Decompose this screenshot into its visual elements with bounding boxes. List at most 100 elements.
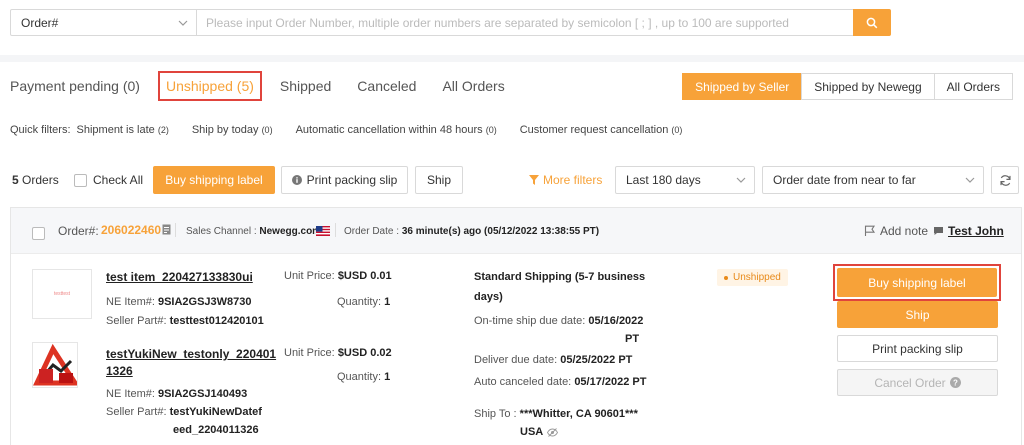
auto-cancel-date: Auto canceled date: 05/17/2022 PT [474,376,646,388]
status-dot [724,275,728,280]
flag-icon [864,225,876,236]
order-number-link[interactable]: 206022460 [101,223,161,237]
buy-shipping-label-bulk-button[interactable]: Buy shipping label [153,166,275,194]
print-packing-slip-bulk-button[interactable]: Print packing slip [281,166,408,194]
quick-filter-customer-cancel-label: Customer request cancellation [519,124,669,136]
unit-price-label: Unit Price: [284,270,335,282]
product-thumbnail[interactable]: testtest [32,269,92,319]
search-type-value: Order# [21,15,59,30]
quick-filter-customer-cancel-count: (0) [671,125,683,135]
chevron-down-icon [178,20,188,26]
search-button[interactable] [853,9,891,36]
header-divider [335,223,336,237]
filter-all-orders[interactable]: All Orders [933,73,1013,100]
product-title-link[interactable]: testYukiNew_testonly_220401 [106,347,276,361]
search-type-select[interactable]: Order# [10,9,197,36]
ship-bulk-button[interactable]: Ship [415,166,463,194]
tab-shipped[interactable]: Shipped [280,78,331,94]
seller-part-label: Seller Part#: [106,406,167,418]
sales-channel-value: Newegg.com [259,226,322,237]
sales-channel-label: Sales Channel : [186,226,257,237]
more-filters-button[interactable]: More filters [529,166,602,194]
quick-filter-ship-today[interactable]: Ship by today (0) [192,124,273,136]
product-thumbnail[interactable] [32,342,78,388]
customer-link[interactable]: Test John [933,224,1004,238]
ship-to-country: USA [520,426,559,438]
search-icon [866,17,878,28]
ship-to-label: Ship To : [474,408,517,420]
quick-filter-customer-cancel[interactable]: Customer request cancellation (0) [520,124,683,136]
buy-shipping-label-button[interactable]: Buy shipping label [837,268,997,297]
unit-price: Unit Price: $USD 0.02 [284,347,392,359]
ne-item-label: NE Item#: [106,388,155,400]
seller-part-value: testYukiNewDatef [169,406,262,418]
quick-filter-auto-cancel-label: Automatic cancellation within 48 hours [295,124,483,136]
document-icon[interactable] [162,224,171,235]
unit-price-label: Unit Price: [284,347,335,359]
product-title-line2: 1326 [106,364,133,378]
quick-filter-auto-cancel[interactable]: Automatic cancellation within 48 hours (… [296,124,497,136]
search-input[interactable]: Please input Order Number, multiple orde… [196,9,854,36]
orders-count-label: Orders [22,173,59,187]
header-divider [175,223,176,237]
product-thumbnail-text: testtest [53,291,71,297]
refresh-button[interactable] [991,166,1019,194]
chevron-down-icon [965,177,975,183]
ship-button[interactable]: Ship [837,301,998,328]
auto-cancel-value: 05/17/2022 PT [574,376,647,388]
product-title-link-cont[interactable]: 1326 [106,364,133,378]
date-range-select[interactable]: Last 180 days [615,166,755,194]
order-number-label: Order#: [58,224,99,238]
tab-payment-pending[interactable]: Payment pending (0) [10,78,140,94]
sales-channel: Sales Channel : Newegg.com [186,226,321,237]
tab-all-orders[interactable]: All Orders [442,78,504,94]
tab-canceled[interactable]: Canceled [357,78,416,94]
ne-item-value: 9SIA2GSJ3W8730 [157,296,252,308]
customer-name: Test John [948,224,1004,238]
unit-price-value: $USD 0.02 [337,347,392,359]
ontime-ship-date: On-time ship due date: 05/16/2022 [474,315,643,327]
seller-part-number: Seller Part#: testtest012420101 [106,315,264,327]
check-all-label: Check All [93,173,144,187]
order-date-value: 36 minute(s) ago (05/12/2022 13:38:55 PT… [401,226,600,237]
ne-item-label: NE Item#: [106,296,155,308]
ne-item-number: NE Item#: 9SIA2GSJ3W8730 [106,296,252,308]
seller-part-value: testtest012420101 [169,315,264,327]
quantity-label: Quantity: [337,371,382,383]
eye-off-icon[interactable] [547,427,559,437]
help-icon: ? [949,377,961,388]
product-title-line1: testYukiNew_testonly_220401 [106,347,277,361]
check-all[interactable]: Check All [74,166,143,194]
ontime-ship-label: On-time ship due date: [474,315,586,327]
add-note-button[interactable]: Add note [864,224,928,238]
date-range-value: Last 180 days [626,173,701,187]
filter-shipped-by-seller[interactable]: Shipped by Seller [682,73,803,100]
order-select-checkbox[interactable] [32,227,45,240]
check-all-checkbox[interactable] [74,173,87,187]
us-flag-icon [316,226,330,236]
print-icon [291,175,302,185]
quick-filter-late[interactable]: Shipment is late (2) [77,124,169,136]
cancel-order-button[interactable]: Cancel Order ? [837,369,998,396]
filter-shipped-by-newegg[interactable]: Shipped by Newegg [801,73,935,100]
product-title-link[interactable]: test item_220427133830ui [106,270,253,284]
shipping-method-cont: days) [474,291,503,303]
ontime-ship-value: 05/16/2022 [588,315,644,327]
tab-unshipped[interactable]: Unshipped (5) [157,71,262,101]
add-note-label: Add note [880,224,929,238]
quick-filter-ship-today-label: Ship by today [191,124,259,136]
ship-to-country-value: USA [520,426,544,438]
product-image [33,343,77,387]
deliver-due-label: Deliver due date: [474,354,558,366]
quick-filter-auto-cancel-count: (0) [485,125,497,135]
quick-filter-ship-today-count: (0) [261,125,273,135]
status-badge: Unshipped [717,269,788,286]
quantity-label: Quantity: [337,296,382,308]
svg-text:?: ? [953,378,958,387]
message-icon [934,227,943,235]
print-packing-slip-button[interactable]: Print packing slip [837,335,998,362]
unit-price-value: $USD 0.01 [337,270,392,282]
quantity-value: 1 [384,371,391,383]
quick-filters-label: Quick filters: [10,124,71,136]
sort-select[interactable]: Order date from near to far [762,166,984,194]
